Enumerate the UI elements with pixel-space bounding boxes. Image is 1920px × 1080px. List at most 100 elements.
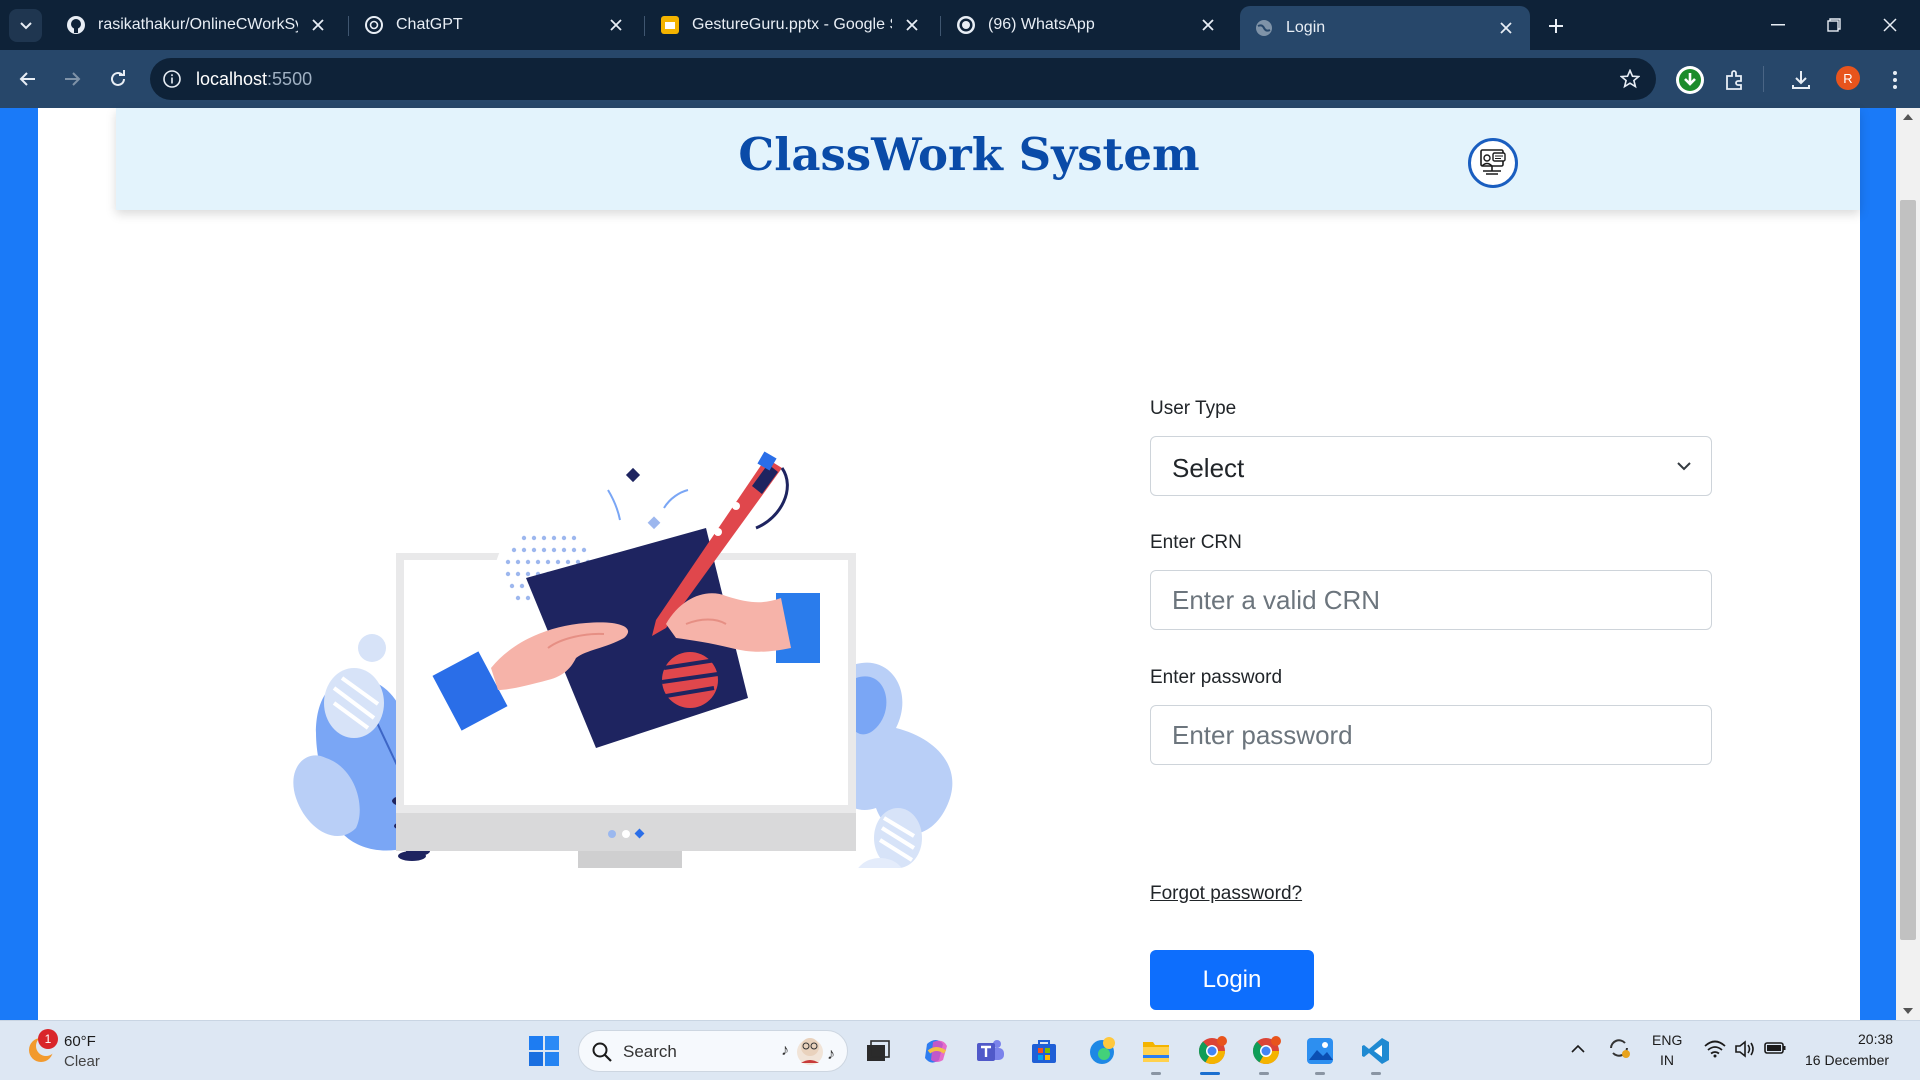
weather-condition: Clear	[64, 1053, 100, 1070]
reload-icon	[111, 70, 125, 86]
taskbar-search[interactable]: Search ♪ ♪	[578, 1030, 848, 1072]
download-extension-icon[interactable]	[1675, 65, 1705, 95]
browser-toolbar: localhost:5500	[0, 50, 1920, 108]
classroom-logo-icon	[1468, 138, 1518, 188]
decorations-icon	[607, 467, 689, 530]
sync-icon[interactable]	[1606, 1035, 1632, 1066]
tab-login[interactable]: Login	[1240, 6, 1530, 50]
tab-title: rasikathakur/OnlineCWorkSyste	[98, 16, 298, 33]
tab-separator	[348, 16, 349, 36]
page-scrollbar[interactable]	[1896, 108, 1920, 1020]
arrow-right-icon	[65, 72, 81, 86]
close-icon	[1883, 18, 1897, 32]
extensions-puzzle-icon[interactable]	[1720, 65, 1750, 95]
chrome-profile-icon[interactable]	[1248, 1033, 1284, 1069]
clock-date[interactable]: 16 December	[1805, 1052, 1889, 1068]
active-indicator	[1200, 1072, 1220, 1075]
chatgpt-icon	[364, 15, 384, 35]
tab-separator	[940, 16, 941, 36]
tab-whatsapp[interactable]: (96) WhatsApp	[942, 6, 1232, 44]
minimize-button[interactable]	[1764, 12, 1792, 38]
running-indicator	[1315, 1072, 1325, 1075]
show-hidden-icons-chevron-icon[interactable]	[1570, 1041, 1586, 1059]
globe-icon	[1254, 18, 1274, 38]
url-text: localhost:5500	[196, 69, 312, 90]
tab-title: ChatGPT	[396, 16, 463, 33]
close-icon[interactable]	[902, 15, 922, 35]
weather-badge: 1	[38, 1029, 58, 1049]
search-label: Search	[623, 1042, 677, 1061]
login-form: User Type Select Enter CRN Enter passwor…	[1150, 398, 1712, 1010]
login-page: ClassWork System User Type Select Enter …	[38, 108, 1860, 1020]
password-label: Enter password	[1150, 667, 1283, 688]
clock-time[interactable]: 20:38	[1858, 1031, 1893, 1047]
tab-chatgpt[interactable]: ChatGPT	[350, 6, 640, 44]
copilot-icon[interactable]	[918, 1033, 954, 1069]
browser-menu-icon[interactable]	[1880, 65, 1910, 95]
battery-icon[interactable]	[1764, 1040, 1786, 1061]
profile-avatar[interactable]: R	[1836, 66, 1860, 90]
hero-illustration	[293, 451, 953, 868]
password-input[interactable]	[1151, 706, 1711, 764]
page-viewport: ClassWork System User Type Select Enter …	[0, 108, 1920, 1020]
language-bottom[interactable]: IN	[1660, 1052, 1674, 1068]
chevron-down-icon	[1675, 457, 1693, 475]
edge-browser-icon[interactable]	[1084, 1033, 1120, 1069]
url-port: :5500	[267, 69, 313, 89]
login-button[interactable]: Login	[1150, 950, 1314, 1010]
tab-search-button[interactable]	[9, 9, 42, 42]
teams-icon[interactable]	[972, 1033, 1008, 1069]
file-explorer-icon[interactable]	[1138, 1033, 1174, 1069]
weather-temperature: 60°F	[64, 1033, 96, 1050]
user-type-select[interactable]: Select	[1150, 436, 1712, 496]
search-icon	[592, 1042, 612, 1062]
close-icon[interactable]	[1198, 15, 1218, 35]
downloads-icon[interactable]	[1786, 65, 1816, 95]
scroll-down-arrow-icon[interactable]	[1903, 1008, 1913, 1014]
toolbar-separator	[1763, 66, 1764, 92]
task-view-icon[interactable]	[860, 1033, 896, 1069]
tab-title: (96) WhatsApp	[988, 16, 1095, 33]
search-highlight-icon: ♪ ♪	[781, 1038, 835, 1065]
bookmark-star-icon[interactable]	[1618, 67, 1642, 91]
microsoft-store-icon[interactable]	[1026, 1033, 1062, 1069]
restore-button[interactable]	[1820, 12, 1848, 38]
chrome-active-icon[interactable]	[1194, 1033, 1230, 1069]
github-icon	[66, 15, 86, 35]
tab-title: GestureGuru.pptx - Google Slid	[692, 16, 892, 33]
arrow-left-icon	[19, 72, 35, 86]
svg-text:♪: ♪	[781, 1042, 789, 1059]
close-icon[interactable]	[606, 15, 626, 35]
crn-input[interactable]	[1151, 571, 1711, 629]
restore-icon	[1827, 18, 1841, 32]
close-window-button[interactable]	[1876, 12, 1904, 38]
site-info-icon[interactable]	[160, 67, 184, 91]
scrollbar-thumb[interactable]	[1900, 200, 1916, 940]
language-top[interactable]: ENG	[1652, 1032, 1682, 1048]
forward-button[interactable]	[58, 65, 86, 93]
forgot-password-link[interactable]: Forgot password?	[1150, 883, 1302, 905]
address-bar[interactable]: localhost:5500	[150, 58, 1656, 100]
vscode-icon[interactable]	[1358, 1033, 1394, 1069]
tab-strip: rasikathakur/OnlineCWorkSyste ChatGPT Ge…	[0, 0, 1920, 50]
close-icon[interactable]	[308, 15, 328, 35]
wifi-icon[interactable]	[1704, 1040, 1726, 1063]
running-indicator	[1259, 1072, 1269, 1075]
running-indicator	[1151, 1072, 1161, 1075]
back-button[interactable]	[14, 65, 42, 93]
tab-github[interactable]: rasikathakur/OnlineCWorkSyste	[52, 6, 342, 44]
tab-title: Login	[1286, 19, 1326, 36]
windows-start-icon[interactable]	[528, 1035, 560, 1067]
photos-icon[interactable]	[1302, 1033, 1338, 1069]
close-icon[interactable]	[1496, 18, 1516, 38]
crn-label: Enter CRN	[1150, 532, 1242, 553]
site-header: ClassWork System	[116, 108, 1860, 210]
whatsapp-icon	[956, 15, 976, 35]
tab-google-slides[interactable]: GestureGuru.pptx - Google Slid	[646, 6, 936, 44]
reload-button[interactable]	[104, 65, 132, 93]
scroll-up-arrow-icon[interactable]	[1903, 114, 1913, 120]
new-tab-button[interactable]	[1542, 12, 1570, 40]
windows-taskbar: 1 60°F Clear Search ♪ ♪ ENG IN 20:38 16 …	[0, 1020, 1920, 1080]
user-type-selected-value: Select	[1172, 453, 1245, 483]
volume-icon[interactable]	[1734, 1040, 1756, 1063]
